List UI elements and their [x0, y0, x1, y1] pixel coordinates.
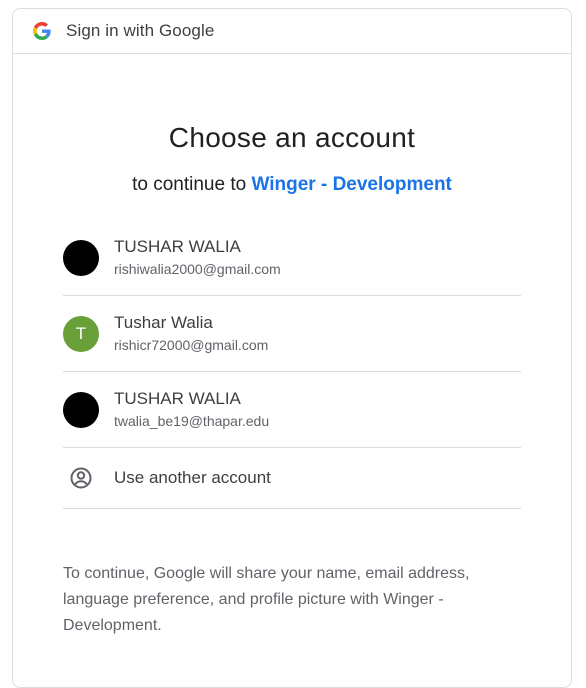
account-list: TUSHAR WALIA rishiwalia2000@gmail.com T … — [63, 220, 521, 509]
page-title: Choose an account — [168, 122, 416, 153]
account-item[interactable]: T Tushar Walia rishicr72000@gmail.com — [63, 296, 521, 372]
subtitle-prefix: to continue to — [132, 174, 252, 195]
avatar: T — [63, 315, 99, 352]
account-item[interactable]: TUSHAR WALIA rishiwalia2000@gmail.com — [63, 220, 521, 296]
account-item[interactable]: TUSHAR WALIA twalia_be19@thapar.edu — [63, 372, 521, 448]
account-name: Tushar Walia — [114, 313, 213, 332]
use-another-account-label: Use another account — [114, 468, 271, 487]
consent-disclaimer: To continue, Google will share your name… — [63, 565, 470, 634]
account-name: TUSHAR WALIA — [114, 389, 241, 408]
account-email: rishicr72000@gmail.com — [114, 337, 269, 353]
subtitle: to continue to Winger - Development — [13, 174, 571, 196]
avatar — [63, 391, 99, 428]
avatar-initial: T — [75, 323, 87, 343]
header-title: Sign in with Google — [66, 21, 215, 40]
app-name-link[interactable]: Winger - Development — [251, 174, 451, 195]
account-name: TUSHAR WALIA — [114, 237, 241, 256]
account-email: rishiwalia2000@gmail.com — [114, 261, 281, 277]
account-text: Tushar Walia rishicr72000@gmail.com — [114, 313, 268, 354]
sign-in-dialog: Sign in with Google Choose an account to… — [12, 8, 572, 688]
google-g-icon — [33, 22, 51, 40]
account-text: TUSHAR WALIA rishiwalia2000@gmail.com — [114, 237, 281, 278]
account-text: TUSHAR WALIA twalia_be19@thapar.edu — [114, 389, 269, 430]
account-circle-icon — [63, 460, 99, 496]
account-email: twalia_be19@thapar.edu — [114, 413, 270, 429]
dialog-header: Sign in with Google — [13, 9, 571, 54]
avatar — [63, 239, 99, 276]
use-another-account-button[interactable]: Use another account — [63, 448, 521, 509]
